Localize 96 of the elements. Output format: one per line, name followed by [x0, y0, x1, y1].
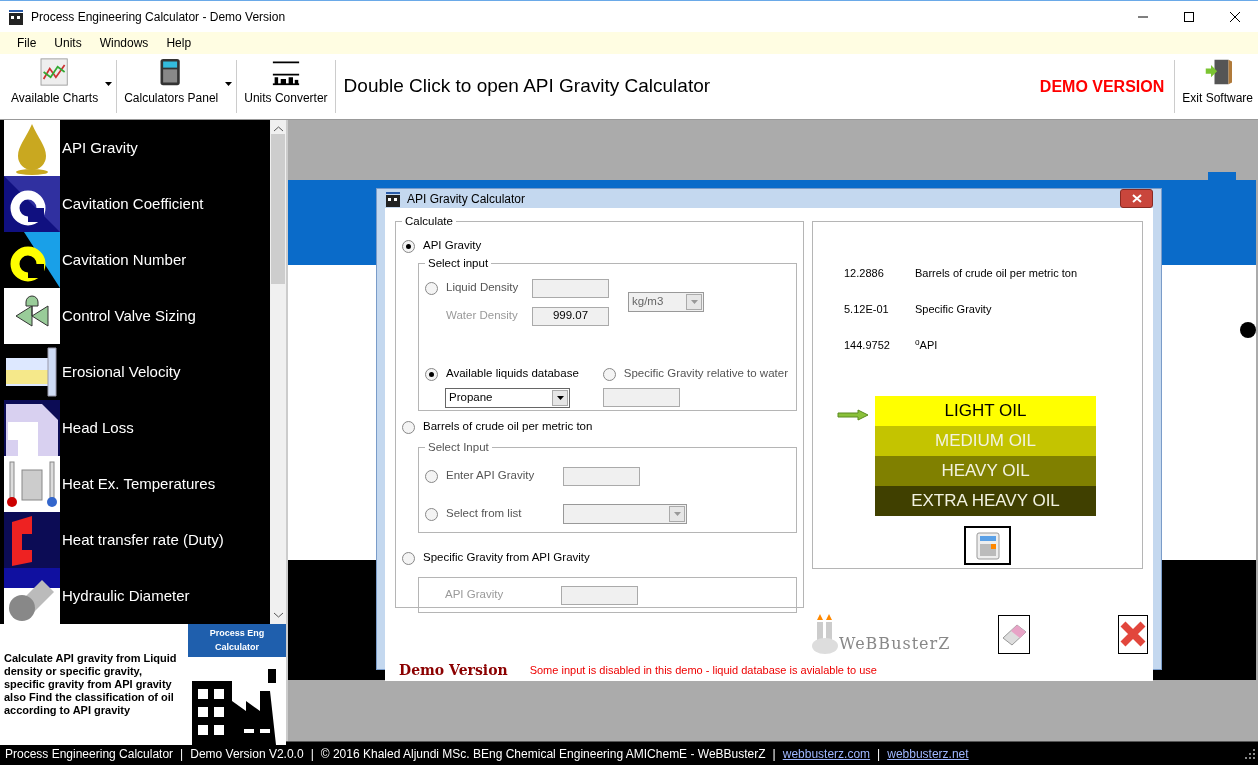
caret-icon [556, 396, 564, 400]
result-label: $^{o}$API [915, 336, 938, 353]
field-label: Water Density [446, 308, 519, 324]
ring-icon [4, 176, 60, 232]
calculator-icon [975, 531, 1000, 560]
group-legend: Calculate [402, 214, 456, 228]
demo-label: DEMO VERSION [1039, 76, 1165, 97]
window-title: Process Engineering Calculator - Demo Version [31, 8, 287, 26]
dropdown-field[interactable]: Propane [445, 388, 570, 408]
close-icon [1131, 194, 1142, 203]
scroll-up-icon [273, 126, 283, 132]
app-icon [8, 8, 24, 25]
pipe-elbow-icon [4, 400, 60, 456]
dropdown-field[interactable] [563, 504, 687, 524]
option-label: Liquid Density [446, 280, 520, 296]
input-field[interactable] [602, 388, 680, 407]
option-label: Enter API Gravity [446, 468, 536, 484]
demo-note: Some input is disabled in this demo - liquid database is avialable to use [529, 663, 877, 679]
sidebar-item[interactable]: Heat Ex. Temperatures [4, 456, 270, 512]
option-label: Select from list [446, 506, 523, 522]
clear-button[interactable] [998, 614, 1031, 654]
block-icon [4, 512, 60, 568]
dialog-title: API Gravity Calculator [407, 190, 526, 208]
resize-grip-icon [1245, 748, 1255, 759]
sidebar-item[interactable]: Erosional Velocity [4, 344, 270, 400]
sidebar-item[interactable]: API Gravity [4, 120, 270, 176]
demo-label: Demo Version [399, 661, 508, 680]
status-link[interactable]: webbusterz.com [782, 744, 871, 763]
menu-item[interactable]: File [8, 34, 46, 52]
status-text: Demo Version V2.0.0 [190, 745, 304, 763]
oil-class-bar: LIGHT OIL [875, 396, 1096, 426]
option-label: Available liquids database [446, 366, 579, 382]
logo-caption: Process Eng Calculator [188, 624, 286, 657]
separator-text: | [180, 745, 184, 763]
menu-item[interactable]: Windows [90, 34, 158, 52]
menu-item[interactable]: Help [157, 34, 201, 52]
radio-button[interactable] [425, 281, 438, 295]
menu-item[interactable]: Units [45, 34, 91, 52]
valve-icon [4, 288, 60, 344]
hint-text: Double Click to open API Gravity Calculator [343, 74, 712, 99]
caret-icon [690, 300, 698, 304]
drop-icon [4, 120, 60, 176]
exit-button[interactable]: Exit Software [1177, 54, 1258, 119]
oil-class-bar: EXTRA HEAVY OIL [875, 486, 1096, 516]
option-label: Specific Gravity relative to water [623, 366, 788, 382]
group-legend: Select Input [425, 440, 492, 454]
caret-icon [673, 512, 681, 516]
pipe-icon [4, 344, 60, 400]
maximize-icon [1183, 10, 1195, 23]
description-text: Calculate API gravity from Liquid density or specific gravity, specific gravity from API gravity also Find the classification of oil according to API gravity [4, 652, 178, 717]
toolbar-button[interactable]: Calculators Panel [119, 54, 235, 119]
input-field[interactable] [561, 585, 638, 605]
option-label: Specific Gravity from API Gravity [423, 550, 590, 566]
status-link[interactable]: webbusterz.net [887, 744, 969, 763]
scroll-down-icon [273, 612, 283, 618]
oil-class-bar: MEDIUM OIL [875, 426, 1096, 456]
toolbar-button[interactable]: Units Converter [239, 54, 333, 119]
radio-button[interactable] [425, 367, 438, 381]
sidebar-item[interactable]: Cavitation Number [4, 232, 270, 288]
option-label: API Gravity [423, 238, 482, 254]
radio-button[interactable] [402, 239, 415, 253]
result-label: Specific Gravity [915, 301, 992, 317]
field-label: API Gravity [445, 587, 505, 603]
scrollbar[interactable] [270, 120, 286, 624]
result-value: 12.2886 [844, 265, 885, 281]
result-label: Barrels of crude oil per metric ton [915, 265, 1077, 281]
sidebar-item[interactable]: Cavitation Coefficient [4, 176, 270, 232]
radio-button[interactable] [425, 507, 438, 521]
radio-button[interactable] [402, 420, 415, 434]
flame-drawing [811, 612, 839, 656]
separator-text: | [310, 745, 314, 763]
calculate-button[interactable] [964, 526, 1011, 565]
result-value: 144.9752 [844, 337, 891, 353]
separator-text: | [772, 745, 776, 763]
status-text: Process Engineering Calculator [5, 745, 174, 763]
status-text: © 2016 Khaled Aljundi MSc. BEng Chemical Engineering AMIChemE - WeBBusterZ [320, 745, 766, 763]
sidebar-item[interactable]: Control Valve Sizing [4, 288, 270, 344]
separator-text: | [877, 745, 881, 763]
sidebar-item[interactable]: Heat transfer rate (Duty) [4, 512, 270, 568]
close-icon [1119, 620, 1148, 648]
dropdown-field[interactable]: kg/m3 [628, 292, 704, 312]
oil-class-bar: HEAVY OIL [875, 456, 1096, 486]
group-legend: Select input [425, 256, 492, 270]
logo-text: WeBBusterZ [839, 633, 951, 655]
close-icon [1229, 10, 1241, 23]
input-field[interactable] [532, 278, 609, 298]
close-button[interactable] [1118, 614, 1149, 654]
sidebar-item[interactable]: Head Loss [4, 400, 270, 456]
toolbar-button[interactable]: Available Charts [6, 54, 115, 119]
radio-button[interactable] [425, 469, 438, 483]
result-value: 5.12E-01 [844, 301, 890, 317]
option-label: Barrels of crude oil per metric ton [423, 419, 593, 435]
sidebar-item[interactable]: Hydraulic Diameter [4, 568, 270, 624]
input-field[interactable] [563, 466, 640, 486]
close-button[interactable] [1120, 189, 1153, 208]
radio-button[interactable] [602, 367, 616, 381]
